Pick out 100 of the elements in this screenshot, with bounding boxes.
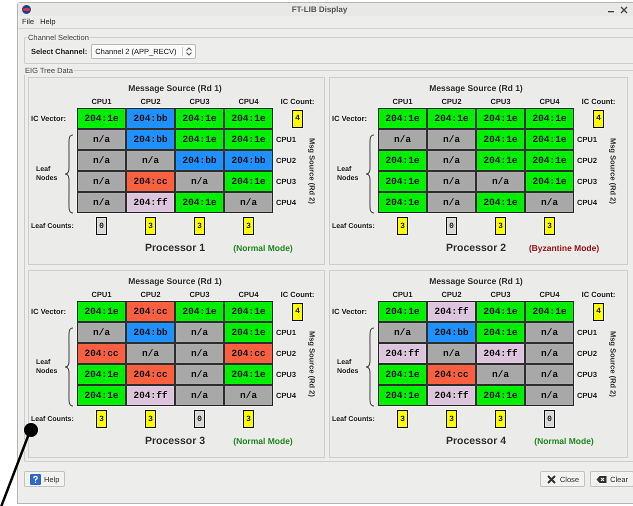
leaf-cell: n/a (525, 192, 574, 213)
brace-icon (365, 327, 375, 407)
mode-label: (Normal Mode) (232, 436, 294, 446)
leaf-cell: n/a (224, 385, 273, 406)
vector-cell: 204:1e (77, 301, 126, 322)
count-badge: 3 (495, 410, 506, 428)
leaf-cell: 204:1e (224, 364, 273, 385)
vector-cell: 204:1e (175, 108, 224, 129)
vector-cell: 204:bb (126, 108, 175, 129)
count-badge: 4 (593, 110, 604, 128)
vector-cell: 204:1e (476, 108, 525, 129)
leaf-cell: 204:1e (378, 171, 427, 192)
mode-label: (Byzantine Mode) (528, 243, 600, 253)
processor-title: Processor 2 (444, 242, 508, 254)
leaf-cell: 204:cc (126, 171, 175, 192)
leaf-cell: n/a (378, 129, 427, 150)
count-badge: 3 (397, 217, 408, 235)
leaf-cell: 204:ff (427, 385, 476, 406)
leaf-cell: n/a (175, 385, 224, 406)
count-badge: 4 (292, 110, 303, 128)
vector-cell: 204:1e (525, 301, 574, 322)
vector-cell: 204:1e (77, 108, 126, 129)
count-badge: 0 (544, 410, 555, 428)
leaf-cell: n/a (525, 364, 574, 385)
leaf-cell: 204:bb (126, 322, 175, 343)
count-badge: 3 (243, 410, 254, 428)
count-badge: 3 (96, 410, 107, 428)
app-icon (22, 5, 31, 14)
processor-title: Processor 1 (144, 242, 206, 254)
leaf-cell: 204:bb (427, 322, 476, 343)
leaf-cell: 204:1e (525, 129, 574, 150)
leaf-cell: 204:bb (175, 150, 224, 171)
minimize-icon (608, 11, 614, 13)
leaf-cell: 204:bb (224, 150, 273, 171)
leaf-cell: 204:cc (224, 343, 273, 364)
leaf-cell: n/a (175, 322, 224, 343)
leaf-cell: 204:1e (175, 129, 224, 150)
leaf-cell: 204:1e (476, 322, 525, 343)
leaf-cell: 204:bb (126, 129, 175, 150)
leaf-cell: n/a (77, 171, 126, 192)
leaf-cell: 204:1e (378, 364, 427, 385)
leaf-cell: 204:1e (378, 150, 427, 171)
leaf-cell: 204:cc (77, 343, 126, 364)
leaf-cell: 204:1e (476, 150, 525, 171)
leaf-cell: n/a (175, 343, 224, 364)
processor-title: Processor 3 (144, 435, 206, 447)
leaf-cell: n/a (427, 171, 476, 192)
section-heading: Message Source (Rd 1) (428, 276, 524, 286)
leaf-cell: n/a (224, 192, 273, 213)
mode-label: (Normal Mode) (232, 243, 294, 253)
leaf-cell: 204:1e (224, 322, 273, 343)
count-badge: 3 (145, 217, 156, 235)
vector-cell: 204:1e (378, 108, 427, 129)
leaf-cell: n/a (77, 192, 126, 213)
leaf-cell: n/a (427, 192, 476, 213)
count-badge: 0 (446, 217, 457, 235)
leaf-cell: 204:1e (224, 171, 273, 192)
leaf-cell: n/a (525, 343, 574, 364)
vector-cell: 204:1e (224, 108, 273, 129)
vector-cell: 204:1e (427, 108, 476, 129)
vector-cell: 204:cc (126, 301, 175, 322)
help-icon (30, 474, 41, 484)
leaf-cell: 204:1e (77, 385, 126, 406)
window-title: FT-LIB Display (290, 5, 348, 14)
leaf-cell: n/a (427, 150, 476, 171)
leaf-cell: 204:ff (126, 385, 175, 406)
close-icon (620, 6, 628, 14)
leaf-cell: n/a (175, 171, 224, 192)
count-badge: 3 (397, 410, 408, 428)
count-badge: 4 (292, 302, 303, 320)
leaf-cell: 204:cc (126, 364, 175, 385)
leaf-cell: 204:1e (224, 129, 273, 150)
leaf-cell: 204:1e (77, 364, 126, 385)
count-badge: 3 (544, 217, 555, 235)
leaf-cell: 204:1e (476, 192, 525, 213)
leaf-cell: 204:1e (525, 150, 574, 171)
vector-cell: 204:1e (175, 301, 224, 322)
close-icon (546, 474, 557, 484)
leaf-cell: n/a (378, 322, 427, 343)
leaf-cell: 204:1e (378, 385, 427, 406)
mode-label: (Normal Mode) (533, 436, 595, 446)
section-heading: Message Source (Rd 1) (127, 82, 223, 92)
count-badge: 0 (96, 217, 107, 235)
count-badge: 0 (194, 410, 205, 428)
section-heading: Message Source (Rd 1) (127, 276, 223, 286)
leaf-cell: 204:1e (476, 385, 525, 406)
leaf-cell: n/a (525, 385, 574, 406)
brace-icon (64, 327, 74, 407)
leaf-cell: n/a (175, 364, 224, 385)
leaf-cell: 204:1e (476, 129, 525, 150)
leaf-cell: 204:1e (175, 192, 224, 213)
count-badge: 4 (593, 302, 604, 320)
leaf-cell: n/a (126, 343, 175, 364)
leaf-cell: 204:1e (525, 171, 574, 192)
brace-icon (64, 134, 74, 214)
count-badge: 3 (446, 410, 457, 428)
leaf-cell: n/a (427, 129, 476, 150)
leaf-cell: n/a (126, 150, 175, 171)
brace-icon (365, 134, 375, 214)
count-badge: 3 (194, 217, 205, 235)
